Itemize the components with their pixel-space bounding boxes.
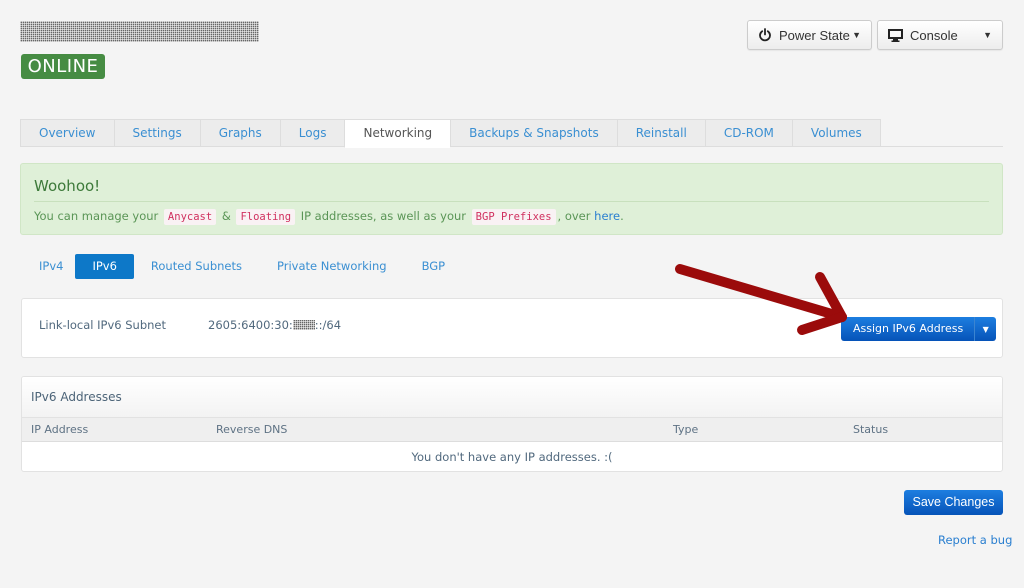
network-sub-tabs: IPv4 IPv6 Routed Subnets Private Network… (28, 254, 457, 279)
caret-down-icon: ▼ (852, 30, 861, 40)
report-bug-link[interactable]: Report a bug (938, 533, 1012, 547)
panel-title: IPv6 Addresses (22, 377, 1002, 418)
save-changes-button[interactable]: Save Changes (904, 490, 1003, 515)
col-type: Type (673, 423, 699, 436)
table-header: IP Address Reverse DNS Type Status (22, 418, 1002, 442)
monitor-icon (888, 28, 903, 42)
subtab-routed-subnets[interactable]: Routed Subnets (140, 254, 253, 279)
alert-message: You can manage your Anycast & Floating I… (34, 209, 624, 225)
alert-title: Woohoo! (34, 177, 989, 202)
tab-settings[interactable]: Settings (113, 119, 200, 147)
tab-reinstall[interactable]: Reinstall (616, 119, 705, 147)
caret-down-icon: ▼ (983, 30, 992, 40)
tab-overview[interactable]: Overview (20, 119, 114, 147)
anycast-code: Anycast (163, 209, 217, 225)
subtab-bgp[interactable]: BGP (411, 254, 457, 279)
status-badge: ONLINE (21, 54, 105, 79)
ipv6-addresses-panel: IPv6 Addresses IP Address Reverse DNS Ty… (21, 376, 1003, 472)
here-link[interactable]: here (594, 209, 620, 223)
tab-graphs[interactable]: Graphs (199, 119, 280, 147)
floating-code: Floating (236, 209, 296, 225)
redacted-segment (292, 320, 315, 330)
subtab-ipv4[interactable]: IPv4 (28, 254, 74, 279)
empty-message: You don't have any IP addresses. :( (411, 450, 613, 464)
server-name-redacted (20, 21, 259, 42)
tab-backups-snapshots[interactable]: Backups & Snapshots (450, 119, 617, 147)
assign-ipv6-button[interactable]: Assign IPv6 Address (841, 317, 974, 341)
tab-logs[interactable]: Logs (279, 119, 345, 147)
assign-ipv6-button-group: Assign IPv6 Address ▼ (841, 317, 997, 341)
subnet-label: Link-local IPv6 Subnet (39, 318, 167, 332)
col-status: Status (853, 423, 889, 436)
subtab-private-networking[interactable]: Private Networking (266, 254, 398, 279)
success-alert: Woohoo! You can manage your Anycast & Fl… (20, 163, 1003, 235)
console-dropdown[interactable]: Console ▼ (877, 20, 1003, 50)
col-ip-address: IP Address (31, 423, 89, 436)
caret-down-icon: ▼ (982, 324, 989, 334)
subnet-value: 2605:6400:30:::/64 (208, 318, 342, 332)
power-icon (758, 28, 772, 42)
tab-volumes[interactable]: Volumes (791, 119, 881, 147)
console-label: Console (910, 27, 958, 43)
tab-networking[interactable]: Networking (344, 119, 451, 148)
assign-dropdown-toggle[interactable]: ▼ (974, 317, 996, 341)
bgp-prefixes-code: BGP Prefixes (471, 209, 556, 225)
main-tabs: Overview Settings Graphs Logs Networking… (20, 119, 1003, 148)
power-state-label: Power State (779, 27, 850, 43)
power-state-dropdown[interactable]: Power State ▼ (747, 20, 872, 50)
subtab-ipv6[interactable]: IPv6 (75, 254, 134, 279)
col-reverse-dns: Reverse DNS (216, 423, 288, 436)
tab-cd-rom[interactable]: CD-ROM (704, 119, 792, 147)
